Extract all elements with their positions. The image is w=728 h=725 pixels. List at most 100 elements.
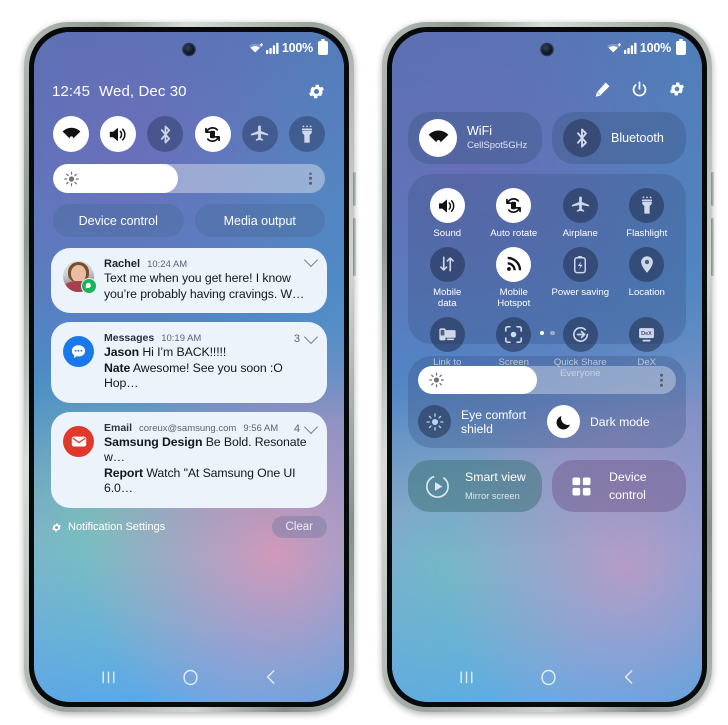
page-dot-1[interactable] xyxy=(539,330,544,335)
phone-bezel-right: 100% WiFi CellSpot5GHz Bluetooth Sound A… xyxy=(387,27,707,707)
bluetooth-icon[interactable] xyxy=(563,119,601,157)
nav-bar-left xyxy=(34,664,344,690)
notification-line-2: you’re probably having cravings. W… xyxy=(104,286,305,301)
flashlight-icon[interactable] xyxy=(629,188,665,223)
qs-airplane-label: Airplane xyxy=(562,228,598,239)
power-saving-icon[interactable] xyxy=(562,246,598,282)
recents-icon[interactable] xyxy=(458,670,475,685)
qs-power-saving[interactable]: Power saving xyxy=(547,246,614,310)
qs-flashlight-label: Flashlight xyxy=(626,228,668,239)
qs-sound[interactable]: Sound xyxy=(414,188,481,240)
auto-rotate-icon[interactable] xyxy=(496,188,532,223)
more-vertical-icon[interactable] xyxy=(309,172,312,185)
tile-smart-view[interactable]: Smart view Mirror screen xyxy=(408,460,542,512)
toggle-flashlight[interactable] xyxy=(288,116,325,152)
moon-icon[interactable] xyxy=(547,405,580,438)
side-button-volume[interactable] xyxy=(353,218,356,276)
gear-icon[interactable] xyxy=(668,80,686,98)
toggle-airplane[interactable] xyxy=(241,116,278,152)
airplane-icon xyxy=(251,125,269,141)
chevron-down-icon[interactable] xyxy=(303,419,319,434)
chevron-down-icon[interactable] xyxy=(303,329,319,345)
notification-messages[interactable]: Messages 10:19 AM Jason Hi I’m BACK!!!!!… xyxy=(51,322,327,403)
edit-icon[interactable] xyxy=(594,81,611,98)
eye-comfort-icon[interactable] xyxy=(418,405,451,438)
wifi-icon[interactable] xyxy=(419,119,457,157)
wifi-icon xyxy=(62,127,80,140)
brightness-slider-right[interactable] xyxy=(418,366,676,394)
location-icon[interactable] xyxy=(629,246,665,282)
notification-line-1: Text me when you get here! I know xyxy=(104,271,291,285)
qs-mobile-hotspot-label: Mobile Hotspot xyxy=(497,286,531,310)
home-icon[interactable] xyxy=(540,669,557,686)
gear-icon[interactable] xyxy=(307,82,326,101)
clear-button[interactable]: Clear xyxy=(271,516,327,538)
notification-email[interactable]: Email coreux@samsung.com 9:56 AM Samsung… xyxy=(51,411,327,508)
clock-date-group[interactable]: 12:45 Wed, Dec 30 xyxy=(52,83,187,100)
tile-bluetooth-title: Bluetooth xyxy=(611,130,664,145)
wifi-icon xyxy=(248,42,263,54)
qs-flashlight[interactable]: Flashlight xyxy=(614,188,681,240)
toggle-wifi[interactable] xyxy=(53,116,89,152)
notification-expand-group[interactable]: 3 xyxy=(294,329,319,345)
hotspot-icon[interactable] xyxy=(496,246,532,282)
home-icon[interactable] xyxy=(182,669,199,686)
tile-wifi[interactable]: WiFi CellSpot5GHz xyxy=(408,112,542,164)
back-icon[interactable] xyxy=(264,669,278,685)
tile-bluetooth[interactable]: Bluetooth xyxy=(552,112,686,164)
notification-sender-2: Nate xyxy=(104,360,131,375)
notification-time: 9:56 AM xyxy=(243,422,279,434)
notification-rachel[interactable]: Rachel 10:24 AM Text me when you get her… xyxy=(51,248,327,313)
media-output-pill[interactable]: Media output xyxy=(194,204,325,237)
qs-auto-rotate-label: Auto rotate xyxy=(490,228,538,239)
eye-comfort-shield-toggle[interactable]: Eye comfort shield xyxy=(418,405,547,438)
volume-icon[interactable] xyxy=(429,188,465,223)
dark-mode-toggle[interactable]: Dark mode xyxy=(547,405,676,438)
notification-expand-group[interactable] xyxy=(303,252,319,268)
more-vertical-icon[interactable] xyxy=(660,373,663,387)
page-dot-2[interactable] xyxy=(550,330,555,335)
notification-address: coreux@samsung.com xyxy=(139,422,237,434)
chevron-down-icon[interactable] xyxy=(303,252,319,268)
phone-screen-right: 100% WiFi CellSpot5GHz Bluetooth Sound A… xyxy=(392,32,702,702)
side-button-volume[interactable] xyxy=(711,218,714,276)
recents-icon[interactable] xyxy=(100,670,117,685)
tile-device-control-text: Device control xyxy=(609,468,686,505)
email-icon xyxy=(63,425,94,457)
brightness-icon xyxy=(64,171,79,186)
notification-settings-label: Notification Settings xyxy=(68,521,166,533)
back-icon[interactable] xyxy=(622,669,636,685)
device-control-pill[interactable]: Device control xyxy=(53,204,184,237)
display-mode-row: Eye comfort shield Dark mode xyxy=(418,405,676,438)
device-control-icon[interactable] xyxy=(563,468,599,504)
qs-mobile-data[interactable]: Mobile data xyxy=(414,246,481,310)
side-button-power[interactable] xyxy=(353,172,356,206)
smart-view-icon[interactable] xyxy=(419,468,455,504)
signal-icon xyxy=(623,42,637,54)
quick-panel-header-left: 12:45 Wed, Dec 30 xyxy=(34,76,344,106)
notification-line-2: Report Watch "At Samsung One UI 6.0… xyxy=(104,466,315,497)
airplane-icon[interactable] xyxy=(562,188,598,223)
tile-device-control[interactable]: Device control xyxy=(552,460,686,512)
toggle-auto-rotate[interactable] xyxy=(194,116,231,152)
phone-screen-left: 100% 12:45 Wed, Dec 30 Device control Me… xyxy=(34,32,344,702)
phone-left: 100% 12:45 Wed, Dec 30 Device control Me… xyxy=(24,22,356,712)
notification-sender-1: Samsung Design xyxy=(104,434,203,449)
phone-right: 100% WiFi CellSpot5GHz Bluetooth Sound A… xyxy=(382,22,714,712)
brightness-slider-left[interactable] xyxy=(53,164,325,193)
qs-mobile-hotspot[interactable]: Mobile Hotspot xyxy=(481,246,548,310)
notification-meta: Email coreux@samsung.com 9:56 AM xyxy=(104,422,315,434)
mobile-data-icon[interactable] xyxy=(429,246,465,282)
qs-airplane[interactable]: Airplane xyxy=(547,188,614,240)
power-icon[interactable] xyxy=(631,81,648,98)
toggle-sound[interactable] xyxy=(100,116,137,152)
toggle-bluetooth[interactable] xyxy=(147,116,184,152)
qs-location[interactable]: Location xyxy=(614,246,681,310)
volume-icon xyxy=(110,127,126,141)
side-button-power[interactable] xyxy=(711,172,714,206)
notification-settings-button[interactable]: Notification Settings xyxy=(51,521,165,533)
notification-list: Rachel 10:24 AM Text me when you get her… xyxy=(51,248,327,508)
notification-expand-group[interactable]: 4 xyxy=(294,419,319,435)
qs-auto-rotate[interactable]: Auto rotate xyxy=(481,188,548,240)
avatar xyxy=(63,261,97,294)
